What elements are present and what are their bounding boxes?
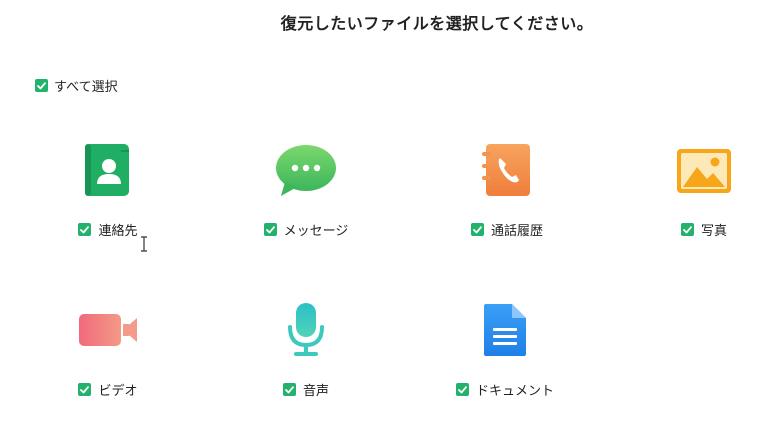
photos-icon[interactable] — [672, 138, 736, 202]
call-history-label: 通話履歴 — [490, 224, 543, 239]
photos-checkbox[interactable] — [680, 223, 694, 236]
video-checkbox[interactable] — [78, 383, 92, 396]
messages-label: メッセージ — [283, 224, 349, 239]
messages-icon[interactable] — [274, 138, 338, 202]
video-icon[interactable] — [76, 298, 140, 362]
select-all-label: すべて選択 — [54, 80, 118, 95]
checkbox-checked-icon[interactable] — [35, 79, 48, 92]
messages-checkbox[interactable] — [263, 223, 277, 236]
photos-label: 写真 — [700, 224, 727, 239]
category-photos[interactable]: 写真 — [624, 138, 779, 248]
category-document[interactable]: ドキュメント — [425, 298, 585, 408]
recovery-file-type-page: 復元したいファイルを選択してください。 すべて選択 連絡先 メッセージ 通話履歴… — [0, 0, 779, 440]
category-contacts[interactable]: 連絡先 — [28, 138, 188, 248]
microphone-icon[interactable] — [274, 298, 338, 362]
call-history-checkbox[interactable] — [470, 223, 484, 236]
document-label: ドキュメント — [475, 384, 554, 399]
document-checkbox[interactable] — [455, 383, 469, 396]
page-title: 復元したいファイルを選択してください。 — [280, 14, 594, 33]
category-audio[interactable]: 音声 — [226, 298, 386, 408]
contacts-icon[interactable] — [76, 138, 140, 202]
text-cursor-icon — [141, 236, 147, 252]
audio-label: 音声 — [302, 384, 329, 399]
category-video[interactable]: ビデオ — [28, 298, 188, 408]
category-call-history[interactable]: 通話履歴 — [427, 138, 587, 248]
audio-checkbox[interactable] — [282, 383, 296, 396]
contacts-checkbox[interactable] — [78, 223, 92, 236]
category-messages[interactable]: メッセージ — [226, 138, 386, 248]
document-icon[interactable] — [473, 298, 537, 362]
select-all-checkbox[interactable]: すべて選択 — [35, 76, 118, 95]
call-history-icon[interactable] — [475, 138, 539, 202]
video-label: ビデオ — [98, 384, 138, 399]
contacts-label: 連絡先 — [98, 224, 138, 239]
